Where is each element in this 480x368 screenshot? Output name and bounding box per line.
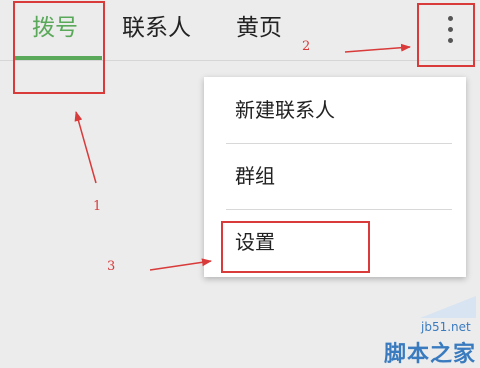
watermark-site: jb51.net <box>421 320 471 334</box>
watermark-name: 脚本之家 <box>384 342 477 367</box>
watermark-triangle-icon <box>420 296 476 318</box>
